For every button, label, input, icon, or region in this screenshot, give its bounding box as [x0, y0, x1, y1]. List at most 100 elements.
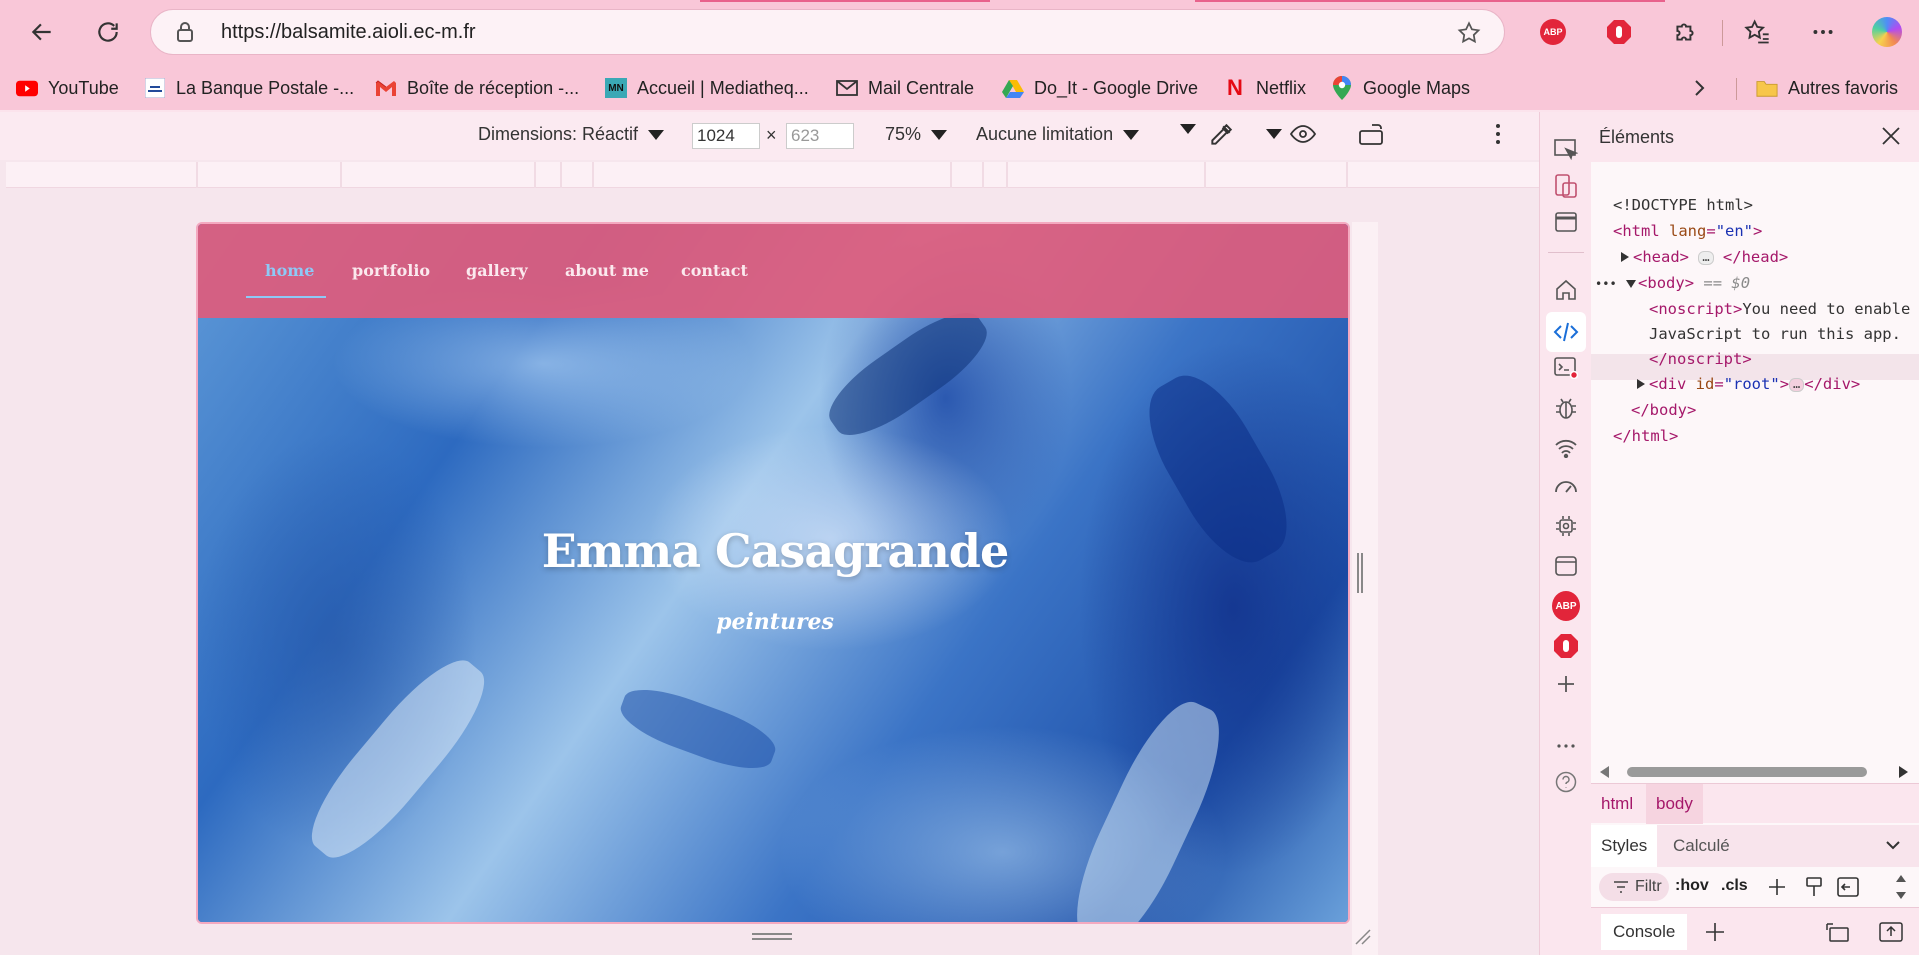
ruler-mark: [982, 162, 984, 188]
dom-noscript-close[interactable]: </noscript>: [1649, 350, 1752, 368]
dom-tree[interactable]: <!DOCTYPE html> <html lang="en"> <head> …: [1591, 164, 1919, 864]
network-wifi-icon[interactable]: [1552, 434, 1580, 462]
dom-body-close[interactable]: </body>: [1631, 401, 1696, 419]
hov-toggle[interactable]: :hov: [1675, 877, 1709, 895]
corner-resize-icon[interactable]: [1354, 928, 1372, 951]
scroll-arrows-icon[interactable]: [1895, 873, 1907, 901]
nav-link-home[interactable]: home: [265, 261, 314, 280]
add-drawer-tab-icon[interactable]: [1705, 922, 1725, 942]
copilot-icon: [1872, 17, 1902, 47]
bookmark-youtube[interactable]: YouTube: [16, 73, 119, 103]
extensions-button[interactable]: [1668, 15, 1702, 49]
lock-icon[interactable]: [175, 21, 201, 43]
bookmark-banque-postale[interactable]: La Banque Postale -...: [144, 73, 354, 103]
url-text[interactable]: https://balsamite.aioli.ec-m.fr: [221, 21, 476, 44]
vision-deficiency-select[interactable]: [1256, 124, 1316, 144]
tab-computed[interactable]: Calculé: [1663, 825, 1740, 867]
dropdown-caret-icon: [648, 129, 665, 140]
stop-hand-devtools-icon[interactable]: [1552, 632, 1580, 660]
throttling-select[interactable]: Aucune limitation: [976, 124, 1140, 145]
expand-triangle-icon[interactable]: [1637, 379, 1645, 389]
nav-link-about[interactable]: about me: [565, 261, 649, 280]
copilot-button[interactable]: [1870, 15, 1904, 49]
nav-link-gallery[interactable]: gallery: [466, 261, 528, 280]
elements-icon[interactable]: [1546, 312, 1586, 352]
bookmark-mail-centrale[interactable]: Mail Centrale: [836, 73, 974, 103]
chevron-down-icon[interactable]: [1885, 839, 1901, 851]
dom-noscript-text[interactable]: JavaScript to run this app.: [1649, 325, 1901, 343]
dom-node-html[interactable]: <html lang="en">: [1613, 222, 1762, 240]
bookmark-google-drive[interactable]: Do_It - Google Drive: [1002, 73, 1198, 103]
console-drawer-tab[interactable]: Console: [1601, 914, 1688, 950]
close-icon[interactable]: [1881, 126, 1901, 151]
color-picker-button[interactable]: [1208, 122, 1234, 148]
undock-drawer-icon[interactable]: [1825, 922, 1849, 942]
toolbar-divider: [1722, 20, 1723, 46]
bookmark-gmail[interactable]: Boîte de réception -...: [375, 73, 579, 103]
cls-toggle[interactable]: .cls: [1721, 877, 1748, 895]
breadcrumb-html[interactable]: html: [1591, 784, 1643, 824]
new-rule-plus-icon[interactable]: [1767, 877, 1789, 899]
adblock-plus-extension[interactable]: ABP: [1536, 15, 1570, 49]
breadcrumb-body[interactable]: body: [1646, 784, 1703, 824]
add-tool-plus-icon[interactable]: [1552, 670, 1580, 698]
rotate-button[interactable]: [1358, 123, 1386, 147]
bookmark-netflix[interactable]: N Netflix: [1224, 73, 1306, 103]
collapse-triangle-icon[interactable]: [1626, 280, 1637, 288]
zoom-select[interactable]: 75%: [885, 124, 948, 145]
horizontal-scrollbar[interactable]: [1599, 765, 1909, 779]
expand-triangle-icon[interactable]: [1621, 252, 1629, 262]
favorite-star-icon[interactable]: [1456, 20, 1482, 51]
scroll-left-icon[interactable]: [1599, 766, 1611, 778]
nav-link-portfolio[interactable]: portfolio: [352, 261, 430, 280]
application-window-icon[interactable]: [1552, 552, 1580, 580]
paint-brush-icon[interactable]: [1805, 876, 1823, 898]
dock-icon[interactable]: [1552, 208, 1580, 236]
console-icon[interactable]: [1552, 354, 1580, 382]
dom-html-close[interactable]: </html>: [1613, 427, 1678, 445]
bookmark-other-favorites[interactable]: Autres favoris: [1756, 73, 1898, 103]
scroll-right-icon[interactable]: [1897, 766, 1909, 778]
scrollbar-thumb[interactable]: [1627, 767, 1867, 777]
media-query-ruler[interactable]: [6, 162, 1539, 188]
debugger-bug-icon[interactable]: [1552, 394, 1580, 422]
dom-node-head[interactable]: <head> … </head>: [1621, 248, 1788, 266]
dom-doctype[interactable]: <!DOCTYPE html>: [1613, 196, 1753, 214]
device-emulation-icon[interactable]: [1552, 172, 1580, 200]
memory-chip-icon[interactable]: [1552, 512, 1580, 540]
device-type-select[interactable]: [1170, 124, 1196, 134]
inspect-element-icon[interactable]: [1552, 136, 1580, 164]
ublock-extension[interactable]: [1602, 15, 1636, 49]
ruler-mark: [592, 162, 594, 188]
adblock-plus-devtools-icon[interactable]: ABP: [1552, 591, 1580, 621]
horizontal-resize-handle[interactable]: [752, 933, 792, 945]
help-icon[interactable]: [1552, 768, 1580, 796]
dom-node-body[interactable]: ••• <body> == $0: [1595, 274, 1750, 292]
bookmark-mediatheque[interactable]: MN Accueil | Mediatheq...: [605, 73, 809, 103]
bookmarks-overflow-button[interactable]: [1690, 73, 1708, 103]
dimensions-select[interactable]: Dimensions: Réactif: [478, 124, 665, 145]
activity-more-icon[interactable]: [1552, 732, 1580, 760]
width-input[interactable]: 1024: [692, 123, 760, 149]
nav-link-contact[interactable]: contact: [681, 261, 748, 280]
computed-sidebar-icon[interactable]: [1837, 877, 1859, 897]
favorites-button[interactable]: [1740, 15, 1774, 49]
address-bar[interactable]: https://balsamite.aioli.ec-m.fr: [150, 9, 1505, 55]
back-button[interactable]: [22, 12, 62, 52]
back-arrow-icon: [31, 23, 51, 41]
bookmark-google-maps[interactable]: Google Maps: [1331, 73, 1470, 103]
dropdown-caret-icon: [1180, 124, 1196, 134]
devtools-header: Éléments: [1591, 112, 1919, 162]
more-menu-button[interactable]: [1806, 15, 1840, 49]
tab-styles[interactable]: Styles: [1591, 825, 1658, 867]
height-input[interactable]: 623: [786, 123, 854, 149]
welcome-home-icon[interactable]: [1552, 276, 1580, 304]
minimize-drawer-icon[interactable]: [1879, 922, 1903, 942]
dom-node-div-root[interactable]: <div id="root">… </div>: [1637, 375, 1860, 393]
styles-filter-input[interactable]: Filtr: [1599, 873, 1669, 901]
emulation-more-button[interactable]: [1494, 122, 1502, 146]
vertical-resize-handle[interactable]: [1357, 553, 1365, 593]
dom-node-noscript[interactable]: <noscript>You need to enable: [1649, 300, 1910, 318]
reload-button[interactable]: [88, 12, 128, 52]
performance-gauge-icon[interactable]: [1552, 472, 1580, 500]
